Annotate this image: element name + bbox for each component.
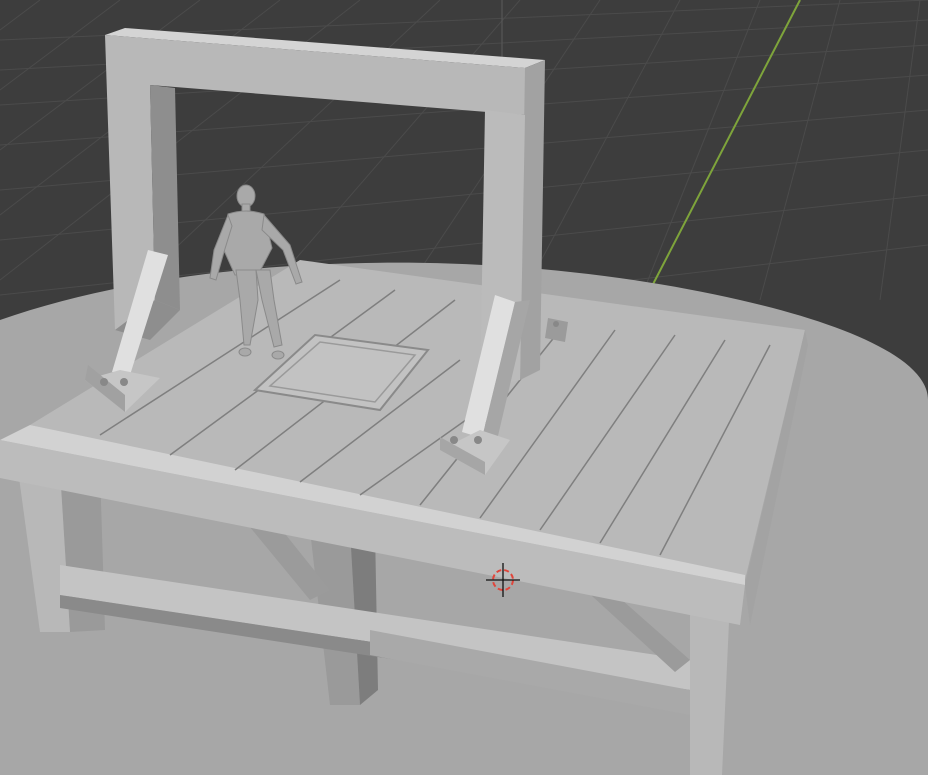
3d-viewport[interactable] (0, 0, 928, 775)
y-axis-line (649, 0, 801, 291)
viewport-scene[interactable] (0, 0, 928, 775)
